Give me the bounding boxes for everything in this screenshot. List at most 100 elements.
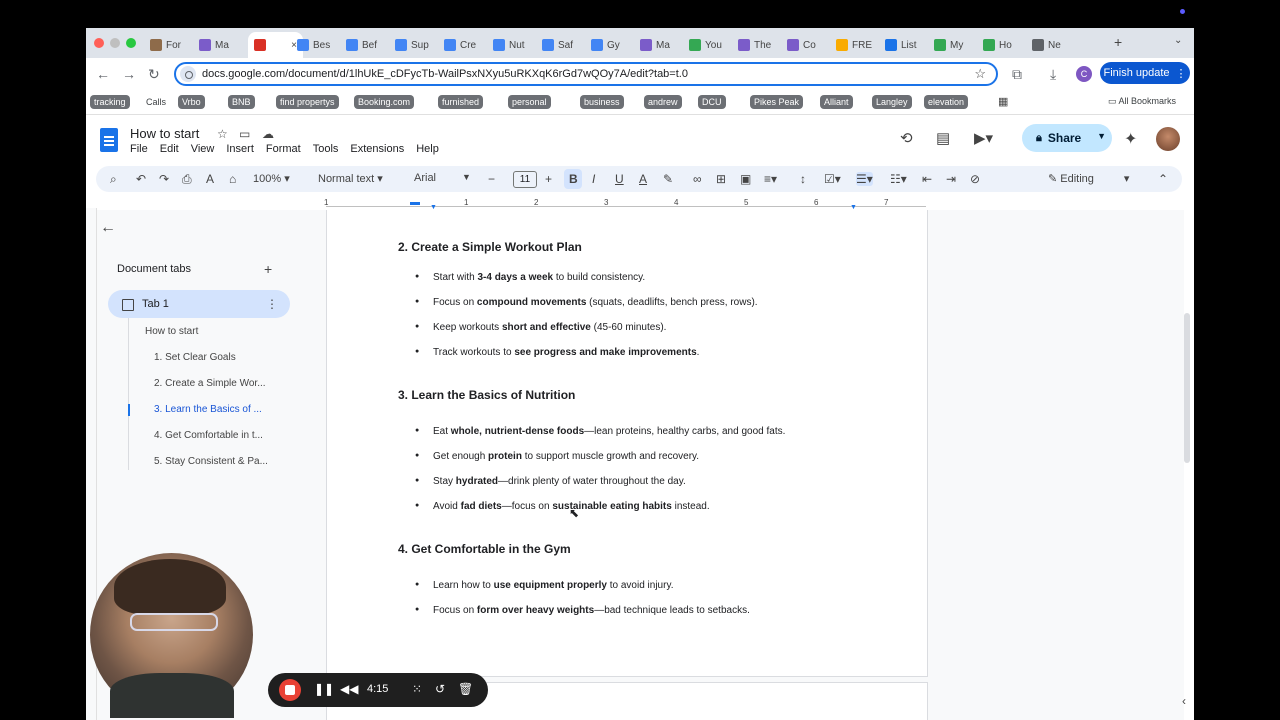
menu-edit[interactable]: Edit [160, 143, 179, 155]
align-left-icon[interactable]: ≡▾ [764, 172, 777, 186]
outline-heading-link[interactable]: 1. Set Clear Goals [154, 352, 236, 363]
browser-tab[interactable]: For [150, 32, 193, 58]
download-icon[interactable]: ⤓ [1050, 66, 1056, 83]
account-avatar[interactable] [1156, 127, 1180, 151]
hide-menus-chevron-up-icon[interactable]: ⌃ [1158, 172, 1168, 186]
numbered-list-icon[interactable]: ☷▾ [890, 172, 907, 186]
tab-search-icon[interactable]: ⌄ [1174, 35, 1182, 46]
bold-icon[interactable]: B [569, 172, 578, 186]
print-icon[interactable]: ⎙ [182, 172, 192, 187]
style-select[interactable]: Normal text ▾ [318, 172, 383, 185]
browser-tab[interactable]: FRE [836, 32, 879, 58]
stop-recording-button[interactable] [279, 679, 301, 701]
outline-heading-link[interactable]: 5. Stay Consistent & Pa... [154, 456, 268, 467]
add-tab-icon[interactable]: + [264, 261, 272, 277]
outline-heading-link[interactable]: 3. Learn the Basics of ... [154, 404, 262, 415]
browser-tab[interactable]: Gy [591, 32, 634, 58]
bookmark-item[interactable]: Langley [872, 95, 912, 109]
checklist-icon[interactable]: ☑▾ [824, 172, 841, 186]
spellcheck-icon[interactable]: A [206, 172, 214, 186]
version-history-icon[interactable]: ⟲ [900, 129, 913, 147]
document-page[interactable]: 2. Create a Simple Workout Plan Start wi… [326, 210, 928, 677]
highlight-pen-icon[interactable]: ✎ [663, 172, 673, 186]
font-select[interactable]: Arial [414, 172, 436, 184]
browser-tab[interactable]: You [689, 32, 732, 58]
bookmark-item[interactable]: Booking.com [354, 95, 415, 109]
star-icon[interactable]: ☆ [217, 127, 228, 141]
comments-icon[interactable]: ▤ [936, 129, 950, 147]
first-line-indent-marker[interactable] [410, 202, 420, 205]
back-arrow-icon[interactable]: ← [96, 66, 110, 82]
collapse-side-panel-icon[interactable]: ‹ [1182, 694, 1186, 708]
trash-icon[interactable]: 🗑︎ [458, 682, 473, 696]
font-dropdown-icon[interactable]: ▼ [462, 172, 471, 182]
bookmark-item[interactable]: tracking [90, 95, 130, 109]
outline-heading-link[interactable]: How to start [145, 326, 198, 337]
bookmark-item[interactable]: business [580, 95, 624, 109]
menu-tools[interactable]: Tools [313, 143, 339, 155]
browser-tab[interactable]: My [934, 32, 977, 58]
bookmark-item[interactable]: andrew [644, 95, 682, 109]
menu-file[interactable]: File [130, 143, 148, 155]
bookmark-item[interactable]: Pikes Peak [750, 95, 804, 109]
bookmark-item[interactable]: furnished [438, 95, 484, 109]
rewind-icon[interactable]: ◀◀ [340, 682, 358, 696]
list-item[interactable]: Learn how to use equipment properly to a… [411, 580, 891, 605]
document-scrollbar[interactable] [1184, 313, 1190, 463]
browser-tab[interactable]: Sup [395, 32, 438, 58]
outline-heading-link[interactable]: 2. Create a Simple Wor... [154, 378, 266, 389]
list-item[interactable]: Get enough protein to support muscle gro… [411, 451, 891, 476]
add-comment-icon[interactable]: ⊞ [716, 172, 726, 186]
bookmark-item[interactable]: Alliant [820, 95, 853, 109]
share-button[interactable]: 🔒︎ Share ▼ [1022, 124, 1112, 152]
webcam-overlay[interactable] [90, 553, 253, 718]
tab-options-icon[interactable]: ⋮ [266, 297, 278, 311]
apps-grid-icon[interactable]: ▦ [998, 95, 1008, 108]
increase-indent-icon[interactable]: ⇥ [946, 172, 956, 186]
browser-tab[interactable]: Nut [493, 32, 536, 58]
document-title[interactable]: How to start [130, 126, 199, 141]
insert-image-icon[interactable]: ▣ [740, 172, 751, 186]
insert-link-icon[interactable]: ∞ [693, 172, 702, 186]
profile-avatar[interactable]: C [1076, 66, 1092, 82]
browser-tab[interactable]: Bes [297, 32, 340, 58]
list-item[interactable]: Focus on form over heavy weights—bad tec… [411, 605, 891, 630]
new-tab-button[interactable]: + [1114, 34, 1122, 50]
bookmark-item[interactable]: BNB [228, 95, 255, 109]
outline-heading-link[interactable]: 4. Get Comfortable in t... [154, 430, 263, 441]
finish-update-button[interactable]: Finish update ⋮ [1100, 62, 1190, 84]
forward-arrow-icon[interactable]: → [122, 66, 136, 82]
menu-format[interactable]: Format [266, 143, 301, 155]
browser-tab[interactable]: Cre [444, 32, 487, 58]
browser-tab[interactable]: Ho [983, 32, 1026, 58]
bookmark-star-icon[interactable]: ☆ [974, 66, 986, 82]
bookmark-item[interactable]: DCU [698, 95, 726, 109]
sidebar-item-tab-1[interactable]: Tab 1 ⋮ [108, 290, 290, 318]
list-item[interactable]: Eat whole, nutrient-dense foods—lean pro… [411, 426, 891, 451]
increase-font-size-icon[interactable]: + [545, 172, 552, 186]
line-spacing-icon[interactable]: ↕ [800, 172, 806, 186]
bookmark-item[interactable]: Vrbo [178, 95, 205, 109]
browser-tab[interactable]: The [738, 32, 781, 58]
restart-icon[interactable]: ↺ [435, 682, 445, 696]
browser-tab[interactable]: Ma [640, 32, 683, 58]
list-item[interactable]: Keep workouts short and effective (45-60… [411, 322, 891, 347]
google-docs-logo[interactable] [100, 128, 118, 152]
close-outline-arrow-icon[interactable]: ← [100, 219, 116, 237]
paint-format-icon[interactable]: ⌂ [229, 172, 236, 186]
gemini-sparkle-icon[interactable]: ✦ [1124, 129, 1137, 149]
bookmark-item[interactable]: personal [508, 95, 551, 109]
underline-icon[interactable]: U [615, 172, 624, 186]
list-item[interactable]: Focus on compound movements (squats, dea… [411, 297, 891, 322]
browser-tab[interactable]: × [248, 32, 303, 58]
menu-help[interactable]: Help [416, 143, 439, 155]
reload-icon[interactable]: ↻ [148, 66, 160, 83]
all-bookmarks-link[interactable]: ▭ All Bookmarks [1108, 96, 1176, 107]
bookmark-item[interactable]: find propertys [276, 95, 339, 109]
close-window-button[interactable] [94, 38, 104, 48]
bookmark-item[interactable]: elevation [924, 95, 969, 109]
site-info-icon[interactable] [180, 66, 196, 82]
italic-icon[interactable]: I [592, 172, 595, 186]
menu-extensions[interactable]: Extensions [350, 143, 404, 155]
minimize-window-button[interactable] [110, 38, 120, 48]
